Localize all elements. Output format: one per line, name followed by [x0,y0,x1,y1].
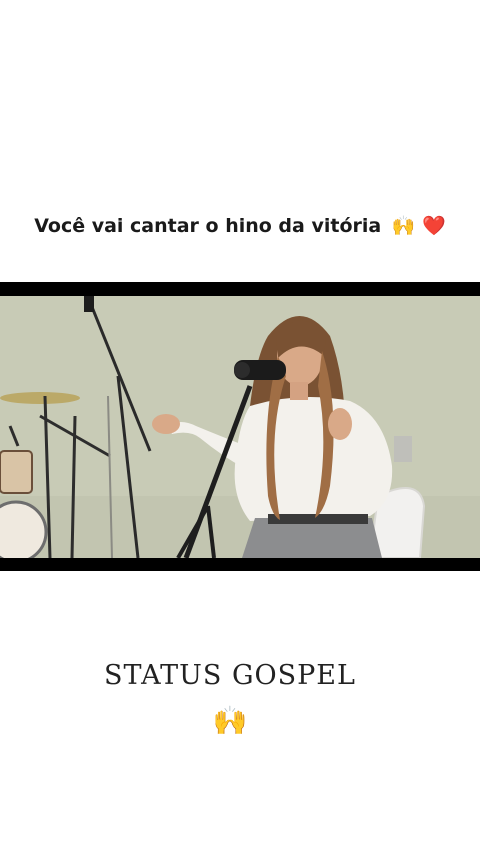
caption-text: Você vai cantar o hino da vitória [34,215,382,237]
video-frame-image [0,296,480,558]
praise-hands-heart-emoji: 🙌 ❤️ [391,215,446,237]
watermark-title: STATUS GOSPEL [104,660,356,691]
video-post-screen: Você vai cantar o hino da vitória 🙌 ❤️ S… [0,0,480,854]
post-caption: Você vai cantar o hino da vitória 🙌 ❤️ [0,214,480,237]
singer-performance-illustration [0,296,480,558]
raised-hands-emoji-icon: 🙌 [212,704,248,737]
video-player[interactable] [0,282,480,571]
